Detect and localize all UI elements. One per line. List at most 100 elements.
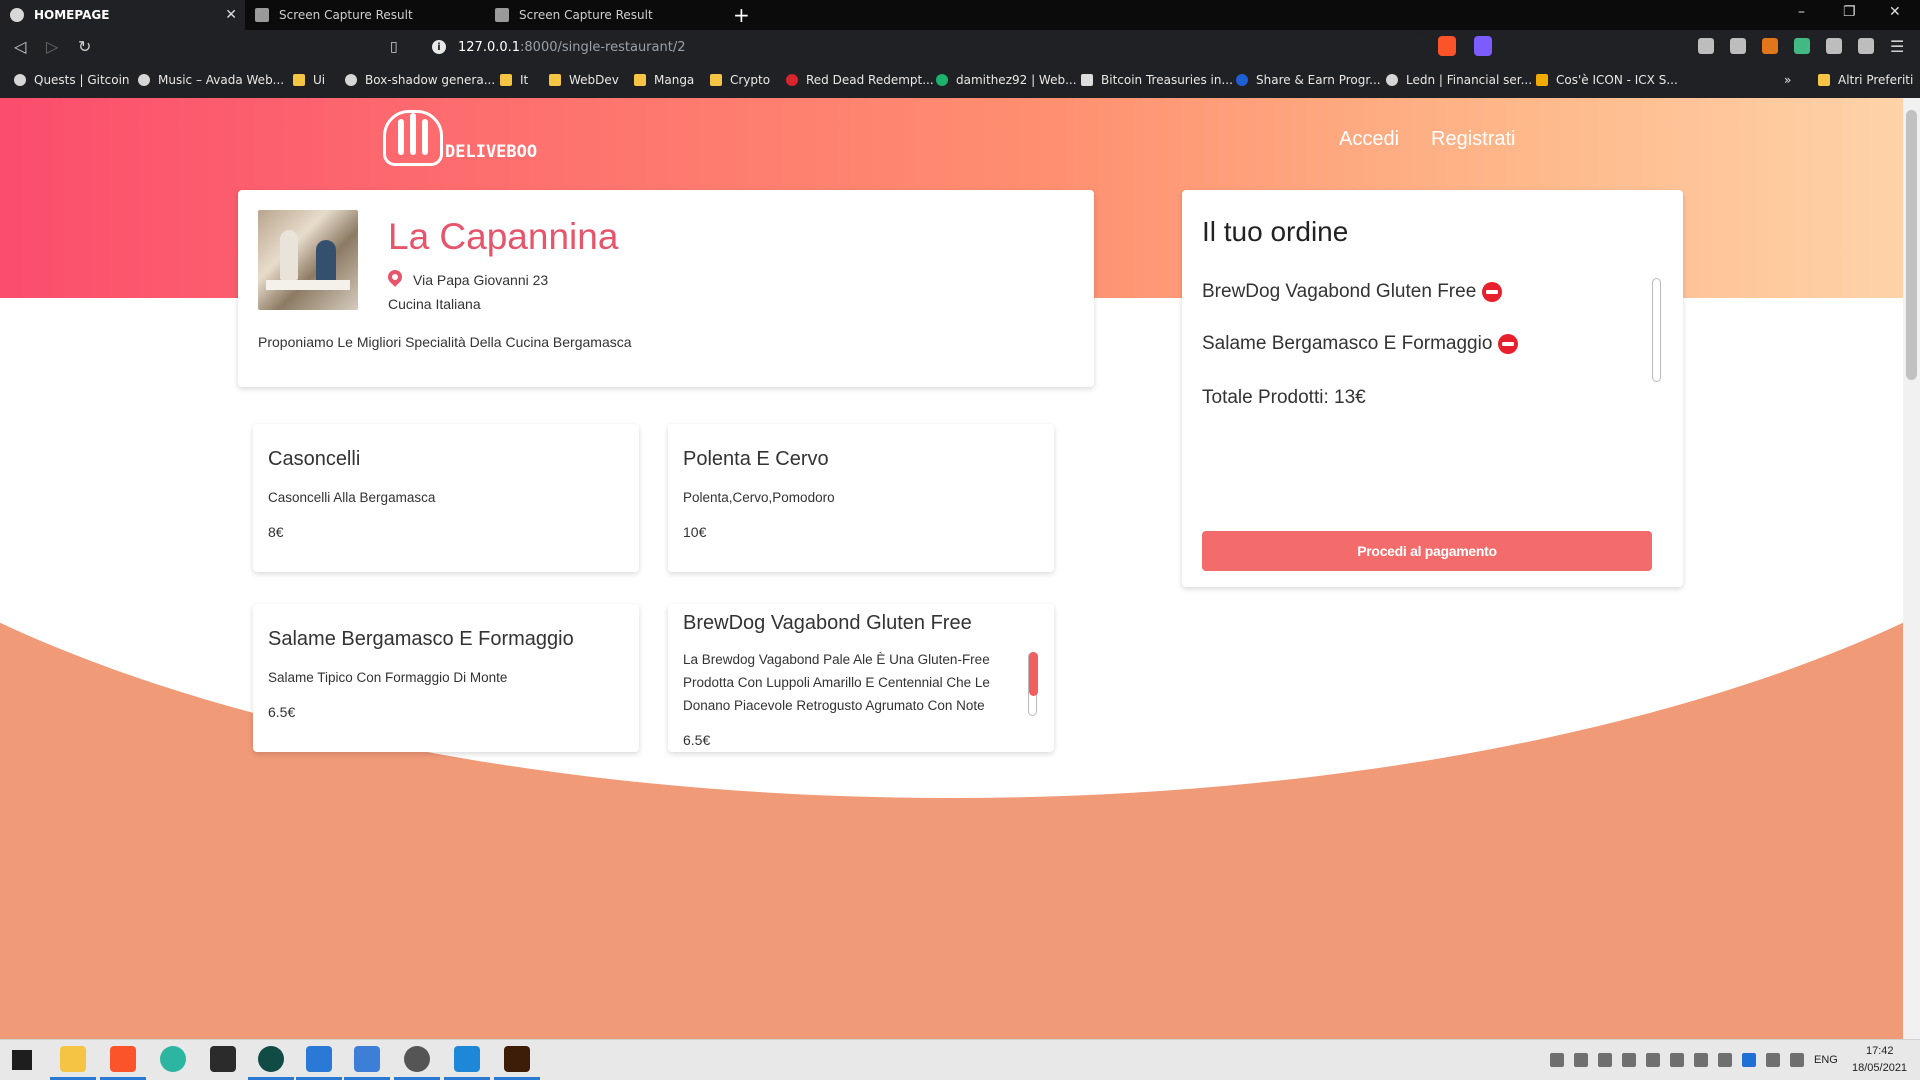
dish-name: Polenta E Cervo <box>683 448 829 470</box>
bookmark-label: Ledn | Financial ser... <box>1406 73 1533 87</box>
tab-homepage[interactable]: HOMEPAGE ✕ <box>0 0 245 30</box>
tab-label: HOMEPAGE <box>34 8 110 22</box>
terminal-icon[interactable] <box>210 1046 236 1072</box>
bookmark-folder[interactable]: WebDev <box>549 73 619 87</box>
clock-date[interactable]: 18/05/2021 <box>1852 1062 1907 1074</box>
bookmark-item[interactable]: Cos'è ICON - ICX S... <box>1536 73 1678 87</box>
tray-icon[interactable] <box>1622 1053 1636 1067</box>
bookmark-item[interactable]: Quests | Gitcoin <box>14 73 130 87</box>
bookmark-item[interactable]: Red Dead Redempt... <box>786 73 934 87</box>
bookmark-item[interactable]: Ledn | Financial ser... <box>1386 73 1532 87</box>
tray-icon[interactable] <box>1694 1053 1708 1067</box>
clock-time[interactable]: 17:42 <box>1866 1045 1894 1057</box>
extension-icon[interactable] <box>1730 38 1746 54</box>
powershell-icon[interactable] <box>344 1046 390 1080</box>
dish-name: Casoncelli <box>268 448 361 470</box>
close-tab-icon[interactable]: ✕ <box>225 7 237 23</box>
file-explorer-icon[interactable] <box>50 1046 96 1080</box>
reload-icon[interactable]: ↻ <box>78 37 91 56</box>
info-icon[interactable]: i <box>432 40 446 54</box>
extension-icon[interactable] <box>1698 38 1714 54</box>
bookmark-item[interactable]: damithez92 | Web... <box>936 73 1077 87</box>
powershell-icon[interactable] <box>296 1046 342 1080</box>
tray-icon[interactable] <box>1550 1053 1564 1067</box>
menu-icon[interactable]: ☰ <box>1890 37 1904 56</box>
folder-icon <box>710 74 722 86</box>
dish-card[interactable]: Salame Bergamasco E Formaggio Salame Tip… <box>253 604 639 752</box>
bookmark-label: Bitcoin Treasuries in... <box>1101 73 1233 87</box>
bookmarks-overflow[interactable]: » <box>1784 73 1791 87</box>
remove-item-icon[interactable] <box>1498 334 1519 354</box>
vue-devtools-icon[interactable] <box>1794 38 1810 54</box>
site-icon <box>786 74 798 86</box>
tab-label: Screen Capture Result <box>279 8 413 22</box>
bookmark-item[interactable]: Bitcoin Treasuries in... <box>1081 73 1233 87</box>
wifi-icon[interactable] <box>1766 1053 1780 1067</box>
metamask-icon[interactable] <box>1762 38 1778 54</box>
brave-rewards-icon[interactable] <box>1474 36 1492 56</box>
bookmark-item[interactable]: Box-shadow genera... <box>345 73 495 87</box>
remove-item-icon[interactable] <box>1482 282 1503 302</box>
bookmark-folder[interactable]: Crypto <box>710 73 770 87</box>
tab-screen-capture-2[interactable]: Screen Capture Result <box>485 0 725 30</box>
minimize-button[interactable]: – <box>1798 4 1805 20</box>
deliveboo-logo[interactable]: DELIVEBOO <box>383 110 537 166</box>
site-icon <box>1081 74 1093 86</box>
camera-icon[interactable] <box>1826 38 1842 54</box>
tray-icon[interactable] <box>1718 1053 1732 1067</box>
bookmark-label: damithez92 | Web... <box>956 73 1077 87</box>
language-indicator[interactable]: ENG <box>1814 1054 1838 1066</box>
description-scroll-thumb[interactable] <box>1029 652 1038 696</box>
illustrator-icon[interactable] <box>494 1046 540 1080</box>
tray-icon[interactable] <box>1646 1053 1660 1067</box>
restore-button[interactable]: ❐ <box>1843 4 1856 20</box>
register-link[interactable]: Registrati <box>1431 128 1515 151</box>
github-icon[interactable] <box>394 1046 440 1080</box>
tray-icon[interactable] <box>1670 1053 1684 1067</box>
camera-icon <box>255 8 269 22</box>
login-link[interactable]: Accedi <box>1339 128 1399 151</box>
page-scroll-thumb[interactable] <box>1906 110 1917 380</box>
tray-icon[interactable] <box>1598 1053 1612 1067</box>
bookmark-item[interactable]: Share & Earn Progr... <box>1236 73 1381 87</box>
dish-name: BrewDog Vagabond Gluten Free <box>683 612 972 634</box>
bookmark-folder[interactable]: Ui <box>293 73 325 87</box>
restaurant-name: La Capannina <box>388 216 619 257</box>
dish-price: 8€ <box>268 524 284 540</box>
forward-icon[interactable]: ▷ <box>46 37 58 56</box>
back-icon[interactable]: ◁ <box>14 37 26 56</box>
order-item: BrewDog Vagabond Gluten Free <box>1202 281 1503 303</box>
proceed-to-payment-button[interactable]: Procedi al pagamento <box>1202 531 1652 571</box>
new-tab-button[interactable]: + <box>733 3 750 27</box>
bluetooth-icon[interactable] <box>1742 1053 1756 1067</box>
brave-browser-icon[interactable] <box>100 1046 146 1080</box>
address-bar[interactable]: i 127.0.0.1:8000/single-restaurant/2 <box>420 33 1430 61</box>
app-icon[interactable] <box>248 1046 294 1080</box>
site-icon <box>1236 74 1248 86</box>
folder-icon <box>293 74 305 86</box>
tab-screen-capture-1[interactable]: Screen Capture Result <box>245 0 485 30</box>
bookmark-icon[interactable]: ▯ <box>390 39 398 55</box>
edge-icon[interactable] <box>160 1046 186 1072</box>
dish-card[interactable]: BrewDog Vagabond Gluten Free La Brewdog … <box>668 604 1054 752</box>
restaurant-image <box>258 210 358 310</box>
restaurant-card: La Capannina Via Papa Giovanni 23 Cucina… <box>238 190 1094 387</box>
bookmark-label: Cos'è ICON - ICX S... <box>1556 73 1678 87</box>
tray-icon[interactable] <box>1574 1053 1588 1067</box>
close-window-button[interactable]: ✕ <box>1889 4 1901 20</box>
dish-card[interactable]: Polenta E Cervo Polenta,Cervo,Pomodoro 1… <box>668 424 1054 572</box>
order-scrollbar[interactable] <box>1652 278 1661 382</box>
order-item-label: Salame Bergamasco E Formaggio <box>1202 333 1493 354</box>
puzzle-icon[interactable] <box>1858 38 1874 54</box>
windows-start-icon[interactable] <box>12 1050 32 1070</box>
vscode-icon[interactable] <box>444 1046 490 1080</box>
bookmark-item[interactable]: Music – Avada Web... <box>138 73 284 87</box>
dish-card[interactable]: Casoncelli Casoncelli Alla Bergamasca 8€ <box>253 424 639 572</box>
volume-icon[interactable] <box>1790 1053 1804 1067</box>
order-item: Salame Bergamasco E Formaggio <box>1202 333 1519 355</box>
bookmark-folder[interactable]: It <box>500 73 528 87</box>
other-bookmarks[interactable]: Altri Preferiti <box>1818 73 1913 87</box>
bookmark-label: Quests | Gitcoin <box>34 73 130 87</box>
brave-shields-icon[interactable] <box>1438 36 1456 56</box>
bookmark-folder[interactable]: Manga <box>634 73 694 87</box>
